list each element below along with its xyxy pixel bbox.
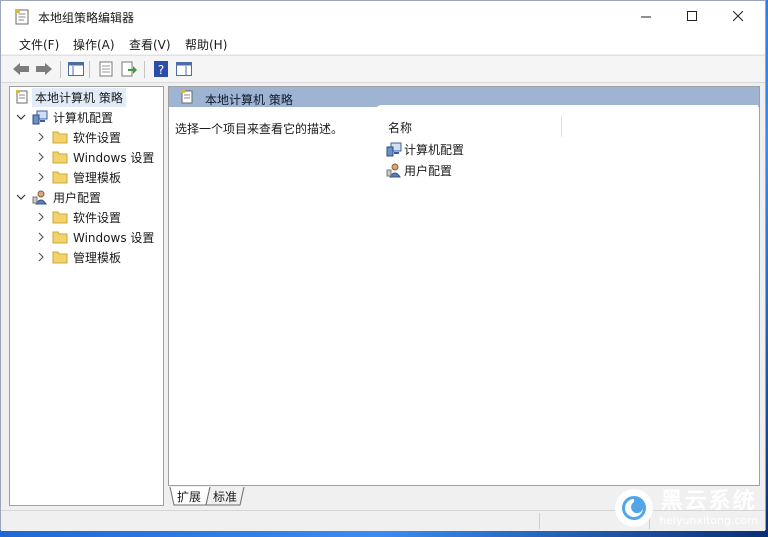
computer-icon [386, 141, 402, 157]
tree-item-software-settings[interactable]: 软件设置 [34, 127, 121, 147]
export-list-icon [121, 61, 137, 77]
menu-help[interactable]: 帮助(H) [185, 36, 227, 53]
item-list: 名称 计算机配置 用户配置 [374, 105, 758, 485]
close-icon [732, 11, 743, 22]
user-icon [386, 162, 402, 178]
folder-icon [52, 229, 68, 245]
properties-icon [99, 61, 113, 77]
menu-file[interactable]: 文件(F) [19, 36, 59, 53]
chevron-right-icon[interactable] [34, 250, 48, 264]
console-tree: 本地计算机 策略 计算机配置 软件设置 Windows 设置 管理模板 用户配置… [9, 86, 164, 506]
tab-extended[interactable]: 扩展 [177, 488, 201, 505]
console-tree-icon [68, 62, 84, 76]
back-button[interactable] [12, 60, 30, 78]
chevron-down-icon[interactable] [14, 110, 28, 124]
watermark-title: 黑云系统 [660, 488, 757, 514]
user-icon [32, 189, 48, 205]
maximize-button[interactable] [669, 1, 715, 32]
details-pane: 本地计算机 策略 选择一个项目来查看它的描述。 名称 计算机配置 用户配置 [168, 86, 760, 486]
back-arrow-icon [13, 63, 29, 75]
watermark: 黑云系统 heiyunxitong.com [615, 489, 758, 527]
folder-icon [52, 169, 68, 185]
status-divider [539, 513, 540, 529]
menu-view[interactable]: 查看(V) [129, 36, 171, 53]
tree-item-label: Windows 设置 [73, 150, 155, 165]
tree-item-local-computer-policy[interactable]: 本地计算机 策略 [14, 87, 126, 107]
forward-button[interactable] [35, 60, 53, 78]
policy-document-icon [14, 89, 30, 105]
app-window: 本地组策略编辑器 文件(F) 操作(A) 查看(V) 帮助(H) ? 本地计算机… [0, 0, 766, 531]
chevron-right-icon[interactable] [34, 210, 48, 224]
action-pane-icon [176, 62, 192, 76]
cloud-logo-icon [615, 489, 654, 527]
list-item-computer-config[interactable]: 计算机配置 [386, 140, 464, 158]
tree-item-windows-settings[interactable]: Windows 设置 [34, 147, 154, 167]
help-button[interactable]: ? [152, 60, 170, 78]
export-list-button[interactable] [120, 60, 138, 78]
tree-item-label: 软件设置 [73, 210, 122, 225]
computer-icon [32, 109, 48, 125]
help-icon: ? [154, 61, 168, 77]
toolbar-separator [144, 61, 145, 78]
menu-bar: 文件(F) 操作(A) 查看(V) 帮助(H) [1, 32, 765, 54]
tree-item-admin-templates[interactable]: 管理模板 [34, 167, 121, 187]
list-item-user-config[interactable]: 用户配置 [386, 161, 452, 179]
policy-document-icon [15, 9, 29, 25]
toolbar-separator [89, 61, 90, 78]
maximize-icon [686, 11, 697, 21]
folder-icon [52, 129, 68, 145]
window-title: 本地组策略编辑器 [38, 11, 135, 25]
chevron-right-icon[interactable] [34, 130, 48, 144]
folder-icon [52, 149, 68, 165]
show-hide-tree-button[interactable] [67, 60, 85, 78]
chevron-right-icon[interactable] [34, 150, 48, 164]
tree-item-label: 管理模板 [73, 250, 122, 265]
menu-action[interactable]: 操作(A) [73, 36, 115, 53]
policy-document-icon [181, 90, 195, 105]
tree-item-label: 本地计算机 策略 [32, 87, 126, 107]
toolbar: ? [1, 55, 765, 83]
details-header-title: 本地计算机 策略 [205, 93, 293, 107]
close-button[interactable] [715, 1, 761, 32]
list-item-label: 用户配置 [404, 163, 453, 178]
tree-item-label: 管理模板 [73, 170, 122, 185]
tab-standard[interactable]: 标准 [213, 488, 237, 505]
toolbar-separator [60, 61, 61, 78]
tree-item-windows-settings[interactable]: Windows 设置 [34, 227, 154, 247]
chevron-right-icon[interactable] [34, 170, 48, 184]
folder-icon [52, 209, 68, 225]
properties-button[interactable] [97, 60, 115, 78]
tree-item-label: Windows 设置 [73, 230, 155, 245]
minimize-button[interactable] [623, 1, 669, 32]
column-header-name[interactable]: 名称 [388, 119, 412, 136]
tree-item-software-settings[interactable]: 软件设置 [34, 207, 121, 227]
details-header: 本地计算机 策略 [169, 87, 759, 107]
tree-item-user-config[interactable]: 用户配置 [14, 187, 101, 207]
chevron-right-icon[interactable] [34, 230, 48, 244]
folder-icon [52, 249, 68, 265]
list-item-label: 计算机配置 [404, 142, 465, 157]
watermark-subtitle: heiyunxitong.com [659, 513, 758, 527]
tree-item-label: 用户配置 [53, 190, 102, 205]
tree-item-admin-templates[interactable]: 管理模板 [34, 247, 121, 267]
title-bar: 本地组策略编辑器 [1, 1, 765, 32]
tree-item-label: 软件设置 [73, 130, 122, 145]
column-divider[interactable] [561, 115, 562, 137]
action-pane-button[interactable] [175, 60, 193, 78]
svg-text:?: ? [158, 63, 164, 77]
tree-item-label: 计算机配置 [53, 110, 114, 125]
tree-item-computer-config[interactable]: 计算机配置 [14, 107, 113, 127]
description-text: 选择一个项目来查看它的描述。 [175, 122, 344, 136]
chevron-down-icon[interactable] [14, 190, 28, 204]
forward-arrow-icon [36, 63, 52, 75]
minimize-icon [640, 16, 651, 18]
